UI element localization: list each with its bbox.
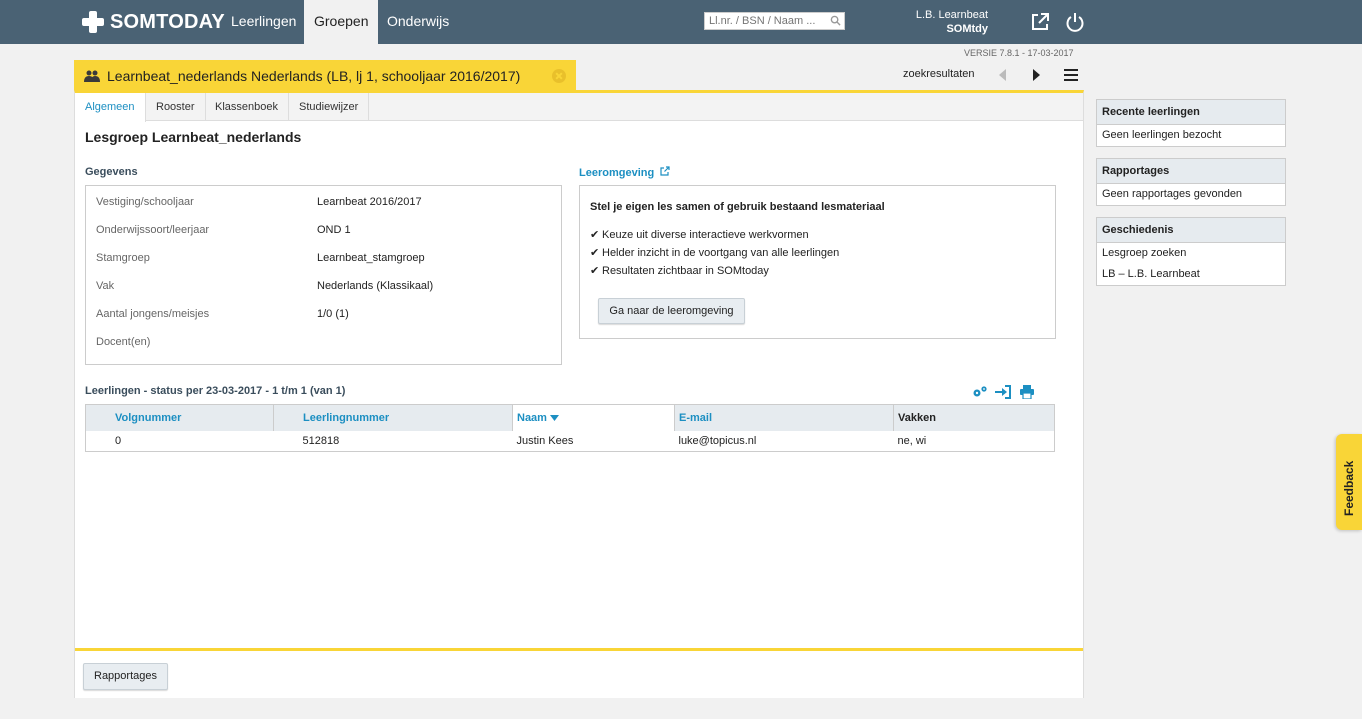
nav-onderwijs[interactable]: Onderwijs: [377, 0, 459, 44]
feature-text: Keuze uit diverse interactieve werkvorme…: [602, 229, 809, 241]
row-value: 1/0 (1): [317, 308, 349, 320]
row-label: Aantal jongens/meisjes: [96, 308, 210, 320]
menu-icon[interactable]: [1064, 69, 1078, 81]
cell-volgnummer: 0: [115, 434, 122, 447]
user-name: L.B. Learnbeat: [915, 9, 988, 21]
group-tab-title: Learnbeat_nederlands Nederlands (LB, lj …: [107, 68, 521, 84]
list-item: Geen leerlingen bezocht: [1102, 129, 1222, 141]
panel-heading: Geschiedenis: [1097, 218, 1285, 243]
tab-klassenboek[interactable]: Klassenboek: [205, 93, 289, 121]
row-value: OND 1: [317, 224, 351, 236]
page-title: Lesgroep Learnbeat_nederlands: [85, 129, 302, 145]
cell-vakken: ne, wi: [897, 434, 927, 447]
feedback-label: Feedback: [1342, 460, 1356, 516]
external-link-icon[interactable]: [1029, 11, 1051, 33]
leeromgeving-title-text: Leeromgeving: [579, 167, 655, 179]
feature-item: ✔ Keuze uit diverse interactieve werkvorm…: [590, 228, 809, 241]
column-leerlingnummer[interactable]: Leerlingnummer: [273, 404, 513, 431]
card-footer: Rapportages: [75, 648, 1083, 698]
leeromgeving-heading: Stel je eigen les samen of gebruik besta…: [590, 201, 885, 213]
leerlingen-table: Volgnummer Leerlingnummer Naam E-mail Va…: [85, 404, 1055, 452]
list-item: Geen rapportages gevonden: [1102, 188, 1243, 200]
cell-naam: Justin Kees: [516, 434, 574, 447]
table-header-row: Volgnummer Leerlingnummer Naam E-mail Va…: [85, 404, 1055, 431]
row-label: Vak: [96, 280, 115, 292]
geschiedenis-panel: Geschiedenis Lesgroep zoeken LB – L.B. L…: [1096, 217, 1286, 286]
print-icon[interactable]: [1019, 385, 1035, 399]
brand-name: SOMTODAY: [110, 10, 225, 33]
nav-leerlingen[interactable]: Leerlingen: [221, 0, 306, 44]
sort-down-icon: [550, 414, 560, 421]
go-to-leeromgeving-button[interactable]: Ga naar de leeromgeving: [598, 298, 745, 324]
search-results-label[interactable]: zoekresultaten: [903, 68, 975, 80]
row-value: Nederlands (Klassikaal): [317, 280, 434, 292]
users-icon: [84, 70, 100, 82]
export-icon[interactable]: [995, 385, 1011, 399]
close-icon[interactable]: [552, 69, 566, 83]
rapportages-panel: Rapportages Geen rapportages gevonden: [1096, 158, 1286, 206]
row-value: Learnbeat_stamgroep: [317, 252, 425, 264]
row-label: Stamgroep: [96, 252, 150, 264]
row-label: Docent(en): [96, 336, 151, 348]
column-volgnummer[interactable]: Volgnummer: [85, 404, 274, 431]
search-icon[interactable]: [830, 15, 841, 26]
feature-text: Resultaten zichtbaar in SOMtoday: [602, 265, 769, 277]
tab-algemeen[interactable]: Algemeen: [75, 93, 146, 122]
search-box: [704, 12, 845, 30]
top-navigation-bar: SOMTODAY Leerlingen Groepen Onderwijs L.…: [0, 0, 1362, 44]
feature-item: ✔ Helder inzicht in de voortgang van alle…: [590, 246, 839, 259]
leeromgeving-panel: Stel je eigen les samen of gebruik besta…: [579, 185, 1056, 339]
column-naam-label: Naam: [517, 411, 547, 424]
column-email[interactable]: E-mail: [674, 404, 894, 431]
user-organisation: SOMtdy: [946, 23, 988, 35]
table-row[interactable]: 0 512818 Justin Kees luke@topicus.nl ne,…: [86, 431, 1055, 452]
cell-email: luke@topicus.nl: [678, 434, 757, 447]
panel-heading: Recente leerlingen: [1097, 100, 1285, 125]
cell-leerlingnummer: 512818: [302, 434, 340, 447]
check-icon: ✔: [590, 247, 600, 259]
version-label: VERSIE 7.8.1 - 17-03-2017: [964, 48, 1074, 58]
tab-rooster[interactable]: Rooster: [146, 93, 206, 121]
search-input[interactable]: [709, 15, 824, 27]
next-result-icon[interactable]: [1032, 68, 1042, 82]
check-icon: ✔: [590, 229, 600, 241]
group-tab[interactable]: Learnbeat_nederlands Nederlands (LB, lj …: [74, 60, 576, 92]
column-naam[interactable]: Naam: [512, 404, 675, 431]
history-item[interactable]: Lesgroep zoeken: [1097, 243, 1285, 264]
check-icon: ✔: [590, 265, 600, 277]
previous-result-icon[interactable]: [997, 68, 1007, 82]
row-label: Onderwijssoort/leerjaar: [96, 224, 210, 236]
subtab-bar: Algemeen Rooster Klassenboek Studiewijze…: [75, 93, 1083, 122]
row-label: Vestiging/schooljaar: [96, 196, 194, 208]
somtoday-cross-icon: [82, 11, 104, 33]
feature-item: ✔ Resultaten zichtbaar in SOMtoday: [590, 264, 769, 277]
tab-studiewijzer[interactable]: Studiewijzer: [289, 93, 370, 121]
group-detail-card: Algemeen Rooster Klassenboek Studiewijze…: [74, 90, 1084, 698]
external-link-icon: [660, 166, 670, 176]
power-icon[interactable]: [1064, 11, 1086, 33]
feature-text: Helder inzicht in de voortgang van alle …: [602, 247, 840, 259]
user-info[interactable]: L.B. Learnbeat SOMtdy: [916, 8, 988, 36]
row-value: Learnbeat 2016/2017: [317, 196, 422, 208]
rapportages-button[interactable]: Rapportages: [83, 663, 168, 690]
recente-leerlingen-panel: Recente leerlingen Geen leerlingen bezoc…: [1096, 99, 1286, 147]
feedback-tab[interactable]: Feedback: [1336, 434, 1362, 530]
history-item[interactable]: LB – L.B. Learnbeat: [1097, 264, 1285, 285]
panel-heading: Rapportages: [1097, 159, 1285, 184]
gegevens-panel: Vestiging/schooljaar Learnbeat 2016/2017…: [85, 185, 562, 365]
settings-icon[interactable]: [972, 385, 988, 399]
brand-logo[interactable]: SOMTODAY: [82, 10, 225, 34]
nav-groepen[interactable]: Groepen: [304, 0, 379, 44]
leeromgeving-title[interactable]: Leeromgeving: [579, 166, 670, 179]
gegevens-title: Gegevens: [85, 166, 138, 178]
column-vakken: Vakken: [893, 404, 1055, 431]
leerlingen-title: Leerlingen - status per 23-03-2017 - 1 t…: [85, 385, 346, 397]
